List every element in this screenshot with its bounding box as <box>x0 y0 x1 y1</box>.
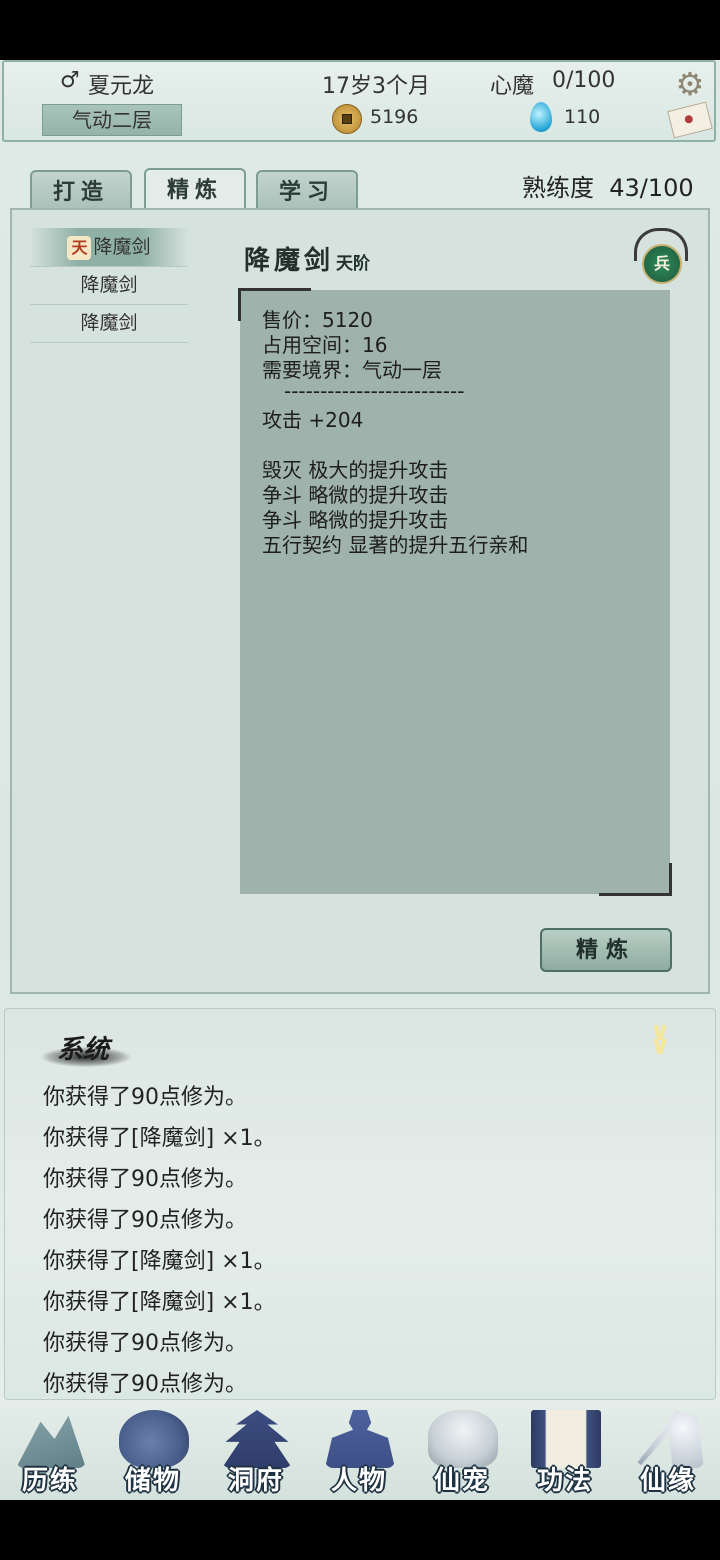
detail-divider: ------------------------- <box>284 379 465 403</box>
tab-learn[interactable]: 学习 <box>256 170 358 210</box>
realm-badge: 气动二层 <box>42 104 182 136</box>
mastery-indicator: 熟练度 43/100 <box>522 168 694 203</box>
refine-button[interactable]: 精炼 <box>540 928 672 972</box>
frame-corner <box>599 863 672 896</box>
log-entry: 你获得了[降魔剑] ×1。 <box>43 1249 276 1274</box>
refine-panel: 天降魔剑 降魔剑 降魔剑 降魔剑 天阶 兵 售价：5120 占用空间：16 需要境… <box>10 208 710 994</box>
nav-label: 人物 <box>330 1466 387 1496</box>
nav-label: 储物 <box>124 1466 181 1496</box>
nav-character[interactable]: 人物 <box>309 1404 409 1498</box>
system-log[interactable]: 系统 ∨ ∨ 你获得了90点修为。 你获得了[降魔剑] ×1。 你获得了90点修为… <box>4 1008 716 1400</box>
nav-label: 功法 <box>536 1466 593 1496</box>
log-title: 系统 <box>57 1035 110 1065</box>
detail-affix: 五行契约 显著的提升五行亲和 <box>262 533 529 557</box>
log-entry: 你获得了[降魔剑] ×1。 <box>43 1290 276 1315</box>
item-grade: 天阶 <box>336 254 371 274</box>
log-entry: 你获得了90点修为。 <box>43 1085 247 1110</box>
collapse-chevron-icon[interactable]: ∨ ∨ <box>645 1019 675 1059</box>
list-item[interactable]: 降魔剑 <box>30 304 188 343</box>
status-header: ♂ 夏元龙 气动二层 17岁3个月 心魔 0/100 ⚙ 5196 110 <box>2 60 716 142</box>
heaven-tier-icon: 天 <box>67 235 92 260</box>
log-entry: 你获得了90点修为。 <box>43 1331 247 1356</box>
weapon-type-badge: 兵 <box>632 224 688 284</box>
mastery-label: 熟练度 <box>522 174 594 202</box>
nav-label: 仙缘 <box>639 1466 696 1496</box>
tab-forge[interactable]: 打造 <box>30 170 132 210</box>
game-screen: ♂ 夏元龙 气动二层 17岁3个月 心魔 0/100 ⚙ 5196 110 打造… <box>0 60 720 1500</box>
log-entry: 你获得了90点修为。 <box>43 1167 247 1192</box>
nav-cultivation-method[interactable]: 功法 <box>515 1404 615 1498</box>
coin-count: 5196 <box>370 106 419 128</box>
nav-training[interactable]: 历练 <box>0 1404 100 1498</box>
coin-icon <box>332 104 362 134</box>
nav-label: 历练 <box>21 1466 78 1496</box>
spirit-stone-icon <box>530 102 552 132</box>
heart-demon-value: 0/100 <box>552 68 616 93</box>
nav-storage[interactable]: 储物 <box>103 1404 203 1498</box>
mastery-value: 43/100 <box>609 174 694 202</box>
weapon-type-icon: 兵 <box>642 244 682 284</box>
nav-cave-abode[interactable]: 洞府 <box>206 1404 306 1498</box>
heart-demon-label: 心魔 <box>490 74 535 99</box>
log-entry: 你获得了90点修为。 <box>43 1372 247 1397</box>
mail-icon[interactable] <box>667 101 713 139</box>
player-name[interactable]: 夏元龙 <box>88 68 154 100</box>
spirit-stone-count: 110 <box>564 106 601 128</box>
item-name: 降魔剑 <box>244 246 335 276</box>
item-detail-box: 售价：5120 占用空间：16 需要境界：气动一层 --------------… <box>238 288 672 896</box>
nav-label: 洞府 <box>227 1466 284 1496</box>
gender-icon: ♂ <box>60 68 80 93</box>
bottom-nav: 历练 储物 洞府 人物 仙宠 功法 仙缘 <box>0 1400 720 1500</box>
list-item-selected[interactable]: 天降魔剑 <box>30 228 188 267</box>
nav-fortune[interactable]: 仙缘 <box>618 1404 718 1498</box>
list-item[interactable]: 降魔剑 <box>30 266 188 305</box>
nav-label: 仙宠 <box>433 1466 490 1496</box>
gear-icon[interactable]: ⚙ <box>674 68 706 100</box>
list-item-label: 降魔剑 <box>93 236 151 258</box>
tab-refine[interactable]: 精炼 <box>144 168 246 212</box>
nav-spirit-pet[interactable]: 仙宠 <box>412 1404 512 1498</box>
item-title: 降魔剑 天阶 <box>244 240 370 277</box>
age-text: 17岁3个月 <box>322 74 430 99</box>
detail-attack: 攻击 +204 <box>262 408 364 432</box>
log-entry: 你获得了[降魔剑] ×1。 <box>43 1126 276 1151</box>
log-entry: 你获得了90点修为。 <box>43 1208 247 1233</box>
